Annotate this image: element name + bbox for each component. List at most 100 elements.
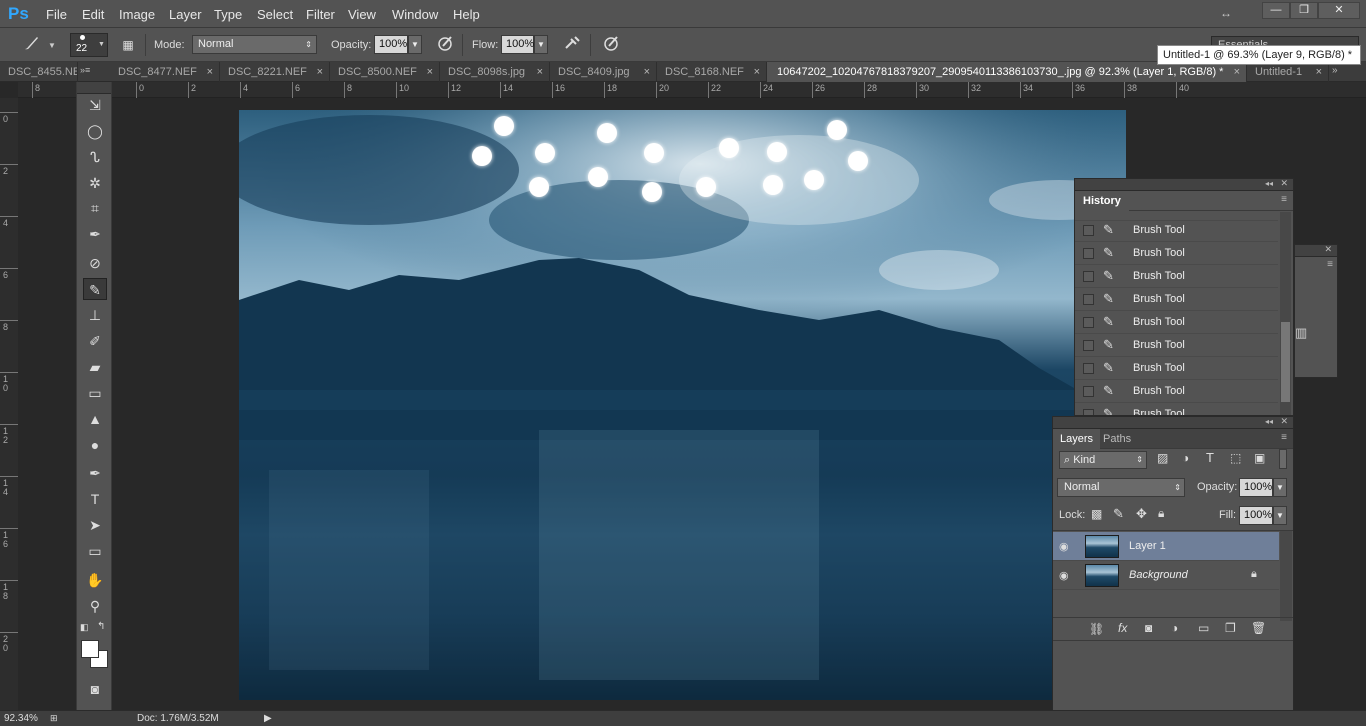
close-icon[interactable]: ✕ <box>1280 416 1288 427</box>
mode-select[interactable]: Normal ⇕ <box>192 35 317 54</box>
history-snapshot-checkbox[interactable] <box>1083 386 1094 397</box>
brush-size-picker[interactable]: 22 ▼ <box>70 33 108 57</box>
foreground-color-swatch[interactable] <box>81 640 99 658</box>
panel-collapse-icon[interactable]: »≡ <box>80 65 108 75</box>
tab-history[interactable]: History <box>1075 191 1129 211</box>
history-panel-header[interactable]: ◂◂ ✕ <box>1075 178 1293 191</box>
filter-toggle[interactable] <box>1279 449 1287 469</box>
tab-close-icon[interactable]: × <box>754 62 760 82</box>
healing-brush-icon[interactable]: ⊘ <box>83 252 107 274</box>
tab-dsc-8409[interactable]: DSC_8409.jpg × <box>550 62 657 82</box>
tab-dsc-8455[interactable]: DSC_8455.NEF <box>0 62 78 82</box>
eraser-icon[interactable]: ▰ <box>83 356 107 378</box>
tab-dsc-8500[interactable]: DSC_8500.NEF × <box>330 62 440 82</box>
tab-close-icon[interactable]: × <box>207 62 213 82</box>
lock-all-icon[interactable]: 🔒︎ <box>1158 506 1164 521</box>
panel-menu-icon[interactable]: ≡ <box>1327 259 1333 270</box>
new-layer-icon[interactable]: ❐ <box>1225 621 1236 635</box>
history-snapshot-checkbox[interactable] <box>1083 248 1094 259</box>
tab-close-icon[interactable]: × <box>1234 62 1240 82</box>
menu-file[interactable]: File <box>46 7 67 22</box>
history-item[interactable]: ✎ Brush Tool <box>1075 288 1278 311</box>
layer-row-layer-1[interactable]: ◉ Layer 1 <box>1053 532 1279 561</box>
zoom-level[interactable]: 92.34% <box>4 713 38 724</box>
history-snapshot-checkbox[interactable] <box>1083 409 1094 415</box>
flow-input[interactable]: 100% <box>501 35 534 54</box>
history-item[interactable]: ✎ Brush Tool <box>1075 311 1278 334</box>
blur-icon[interactable]: ▲ <box>83 408 107 430</box>
eyedropper-icon[interactable]: ✒ <box>83 223 107 245</box>
tab-close-icon[interactable]: × <box>644 62 650 82</box>
type-icon[interactable]: T <box>83 488 107 510</box>
collapse-icon[interactable]: ◂◂ <box>1265 417 1273 426</box>
layer-row-background[interactable]: ◉ Background 🔒︎ <box>1053 561 1279 590</box>
history-item[interactable]: ✎ Brush Tool <box>1075 265 1278 288</box>
pressure-opacity-icon[interactable] <box>434 34 456 56</box>
history-scrollbar[interactable] <box>1280 212 1291 415</box>
flow-dropdown-arrow-icon[interactable]: ▼ <box>534 35 548 54</box>
menu-filter[interactable]: Filter <box>306 7 335 22</box>
layers-scrollbar[interactable] <box>1280 531 1292 621</box>
close-button[interactable]: ✕ <box>1318 2 1360 19</box>
history-item[interactable]: ✎ Brush Tool <box>1075 219 1278 242</box>
history-item[interactable]: ✎ Brush Tool <box>1075 380 1278 403</box>
history-snapshot-checkbox[interactable] <box>1083 271 1094 282</box>
pen-icon[interactable]: ✒ <box>83 462 107 484</box>
restore-button[interactable]: ❐ <box>1290 2 1318 19</box>
crop-icon[interactable]: ⌗ <box>83 197 107 219</box>
collapse-icon[interactable]: ◂◂ <box>1265 179 1273 188</box>
history-item[interactable]: ✎ Brush Tool <box>1075 357 1278 380</box>
lock-position-icon[interactable]: ✥ <box>1136 506 1147 522</box>
history-snapshot-checkbox[interactable] <box>1083 225 1094 236</box>
tab-close-icon[interactable]: × <box>427 62 433 82</box>
tab-dsc-8168[interactable]: DSC_8168.NEF × <box>657 62 767 82</box>
dodge-icon[interactable]: ● <box>83 434 107 456</box>
pressure-size-icon[interactable] <box>600 34 622 56</box>
menu-image[interactable]: Image <box>119 7 155 22</box>
layers-panel-header[interactable]: ◂◂ ✕ <box>1053 416 1293 429</box>
menu-layer[interactable]: Layer <box>169 7 202 22</box>
move-icon[interactable]: ⇲ <box>83 94 107 116</box>
scrollbar-thumb[interactable] <box>1281 322 1290 402</box>
path-selection-icon[interactable]: ➤ <box>83 514 107 536</box>
brush-icon[interactable]: ✎ <box>83 278 107 300</box>
filter-smart-object-icon[interactable]: ▣ <box>1254 451 1265 465</box>
filter-type-icon[interactable]: T <box>1206 450 1214 465</box>
gradient-icon[interactable]: ▭ <box>83 382 107 404</box>
filter-adjustment-icon[interactable]: ◑ <box>1182 451 1189 465</box>
history-item[interactable]: ✎ Brush Tool <box>1075 334 1278 357</box>
grid-icon[interactable]: ▥ <box>1295 325 1307 341</box>
panel-menu-icon[interactable]: ≡ <box>1281 432 1287 443</box>
trash-icon[interactable]: 🗑︎ <box>1251 621 1266 635</box>
minimize-button[interactable]: — <box>1262 2 1290 19</box>
tab-close-icon[interactable]: × <box>1316 62 1322 82</box>
collapsed-panel-header[interactable]: ✕ <box>1295 244 1337 257</box>
close-icon[interactable]: ✕ <box>1280 178 1288 189</box>
history-snapshot-checkbox[interactable] <box>1083 317 1094 328</box>
tab-overflow-icon[interactable]: » <box>1332 65 1338 76</box>
tab-dsc-8477[interactable]: DSC_8477.NEF × <box>110 62 220 82</box>
filter-kind-select[interactable]: ⌕ Kind ⇕ <box>1059 451 1147 469</box>
tab-close-icon[interactable]: × <box>537 62 543 82</box>
menu-help[interactable]: Help <box>453 7 480 22</box>
menu-edit[interactable]: Edit <box>82 7 104 22</box>
layer-opacity-input[interactable]: 100% <box>1239 478 1273 497</box>
close-icon[interactable]: ✕ <box>1324 244 1332 255</box>
history-item[interactable]: ✎ Brush Tool <box>1075 403 1278 415</box>
history-brush-icon[interactable]: ✐ <box>83 330 107 352</box>
history-item[interactable]: ✎ Brush Tool <box>1075 242 1278 265</box>
lasso-icon[interactable]: ᔐ <box>83 146 107 168</box>
tab-layers[interactable]: Layers <box>1053 429 1101 449</box>
opacity-dropdown-arrow-icon[interactable]: ▼ <box>408 35 422 54</box>
lock-pixels-icon[interactable]: ✎ <box>1113 506 1124 522</box>
link-icon[interactable]: ⛓︎ <box>1089 622 1104 636</box>
default-colors-icon[interactable]: ◧ <box>80 622 90 632</box>
rectangle-icon[interactable]: ▭ <box>83 540 107 562</box>
history-snapshot-checkbox[interactable] <box>1083 340 1094 351</box>
menu-type[interactable]: Type <box>214 7 242 22</box>
dropdown-arrow-icon[interactable]: ▼ <box>48 41 56 50</box>
tab-untitled-1[interactable]: Untitled-1 × <box>1247 62 1329 82</box>
menu-window[interactable]: Window <box>392 7 438 22</box>
panel-menu-icon[interactable]: ≡ <box>1281 194 1287 205</box>
resize-arrows-icon[interactable]: ↔ <box>1220 6 1232 20</box>
